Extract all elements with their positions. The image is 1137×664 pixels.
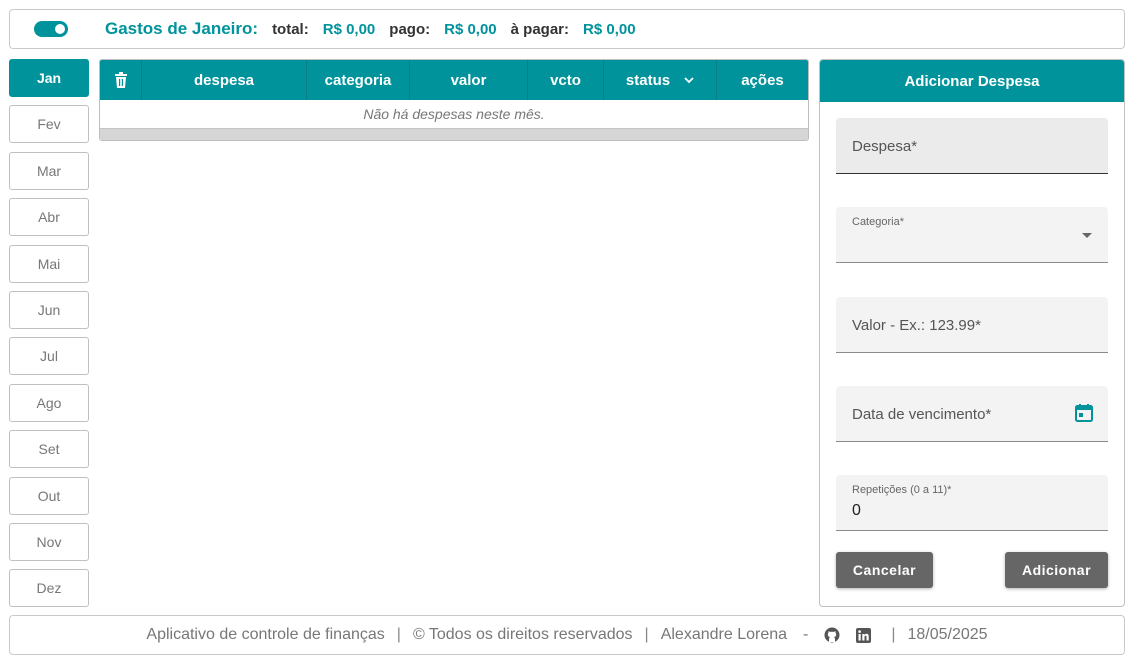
footer-separator: | [644, 626, 649, 643]
month-button-ago[interactable]: Ago [9, 383, 89, 422]
calendar-icon[interactable] [1074, 403, 1094, 423]
due-label: à pagar: [510, 20, 570, 38]
empty-message: Não há despesas neste mês. [363, 106, 545, 122]
due-date-placeholder: Data de vencimento* [852, 406, 992, 423]
summary-header: Gastos de Janeiro: total: R$ 0,00 pago: … [9, 9, 1125, 49]
add-expense-panel: Adicionar Despesa Despesa* Categoria* Va… [819, 59, 1125, 607]
trash-icon [114, 72, 127, 88]
footer-rights: © Todos os direitos reservados [412, 626, 633, 643]
column-acoes: ações [741, 71, 784, 89]
due-date-input[interactable]: Data de vencimento* [836, 386, 1108, 442]
total-label: total: [272, 20, 309, 38]
footer-author: Alexandre Lorena [660, 626, 788, 643]
category-select[interactable]: Categoria* [836, 207, 1108, 263]
month-button-dez[interactable]: Dez [9, 569, 89, 608]
month-button-out[interactable]: Out [9, 476, 89, 515]
month-button-set[interactable]: Set [9, 430, 89, 469]
footer-separator: | [891, 626, 896, 643]
linkedin-icon[interactable] [856, 627, 872, 643]
column-categoria[interactable]: categoria [307, 60, 410, 100]
month-button-jun[interactable]: Jun [9, 290, 89, 329]
footer-separator: | [396, 626, 401, 643]
total-value: R$ 0,00 [322, 20, 376, 38]
value-placeholder: Valor - Ex.: 123.99* [852, 317, 981, 334]
month-button-abr[interactable]: Abr [9, 198, 89, 237]
chevron-down-icon [684, 77, 694, 84]
repetitions-label: Repetições (0 a 11)* [852, 484, 952, 496]
category-label: Categoria* [852, 216, 904, 228]
delete-all-button[interactable] [100, 60, 142, 100]
due-value: R$ 0,00 [583, 20, 636, 38]
github-icon[interactable] [824, 627, 840, 643]
horizontal-scrollbar[interactable] [100, 128, 808, 140]
dropdown-arrow-icon [1082, 233, 1092, 238]
add-button[interactable]: Adicionar [1005, 552, 1108, 588]
footer-dash: - [803, 626, 809, 643]
cancel-button[interactable]: Cancelar [836, 552, 933, 588]
expense-placeholder: Despesa* [852, 138, 918, 155]
month-button-jan[interactable]: Jan [9, 59, 89, 97]
column-status[interactable]: status [604, 60, 717, 100]
month-button-mai[interactable]: Mai [9, 244, 89, 283]
column-despesa[interactable]: despesa [142, 60, 307, 100]
column-vcto[interactable]: vcto [528, 60, 604, 100]
theme-toggle[interactable] [34, 21, 68, 37]
column-status-label: status [625, 71, 671, 89]
expense-input[interactable]: Despesa* [836, 118, 1108, 174]
month-list: Jan Fev Mar Abr Mai Jun Jul Ago Set Out … [9, 59, 89, 616]
column-valor[interactable]: valor [410, 60, 528, 100]
paid-value: R$ 0,00 [444, 20, 497, 38]
month-button-mar[interactable]: Mar [9, 151, 89, 190]
footer-date: 18/05/2025 [907, 626, 988, 643]
repetitions-input[interactable]: Repetições (0 a 11)* 0 [836, 475, 1108, 531]
footer: Aplicativo de controle de finanças | © T… [9, 615, 1125, 655]
month-button-fev[interactable]: Fev [9, 105, 89, 144]
footer-app-text: Aplicativo de controle de finanças [146, 626, 385, 643]
expenses-table: despesa categoria valor vcto status açõe… [99, 59, 809, 141]
repetitions-value: 0 [852, 502, 861, 519]
month-button-jul[interactable]: Jul [9, 337, 89, 376]
page-title: Gastos de Janeiro: [105, 19, 259, 38]
month-button-nov[interactable]: Nov [9, 522, 89, 561]
table-header: despesa categoria valor vcto status açõe… [100, 60, 808, 100]
paid-label: pago: [389, 20, 431, 38]
value-input[interactable]: Valor - Ex.: 123.99* [836, 297, 1108, 353]
add-expense-title: Adicionar Despesa [820, 60, 1124, 102]
